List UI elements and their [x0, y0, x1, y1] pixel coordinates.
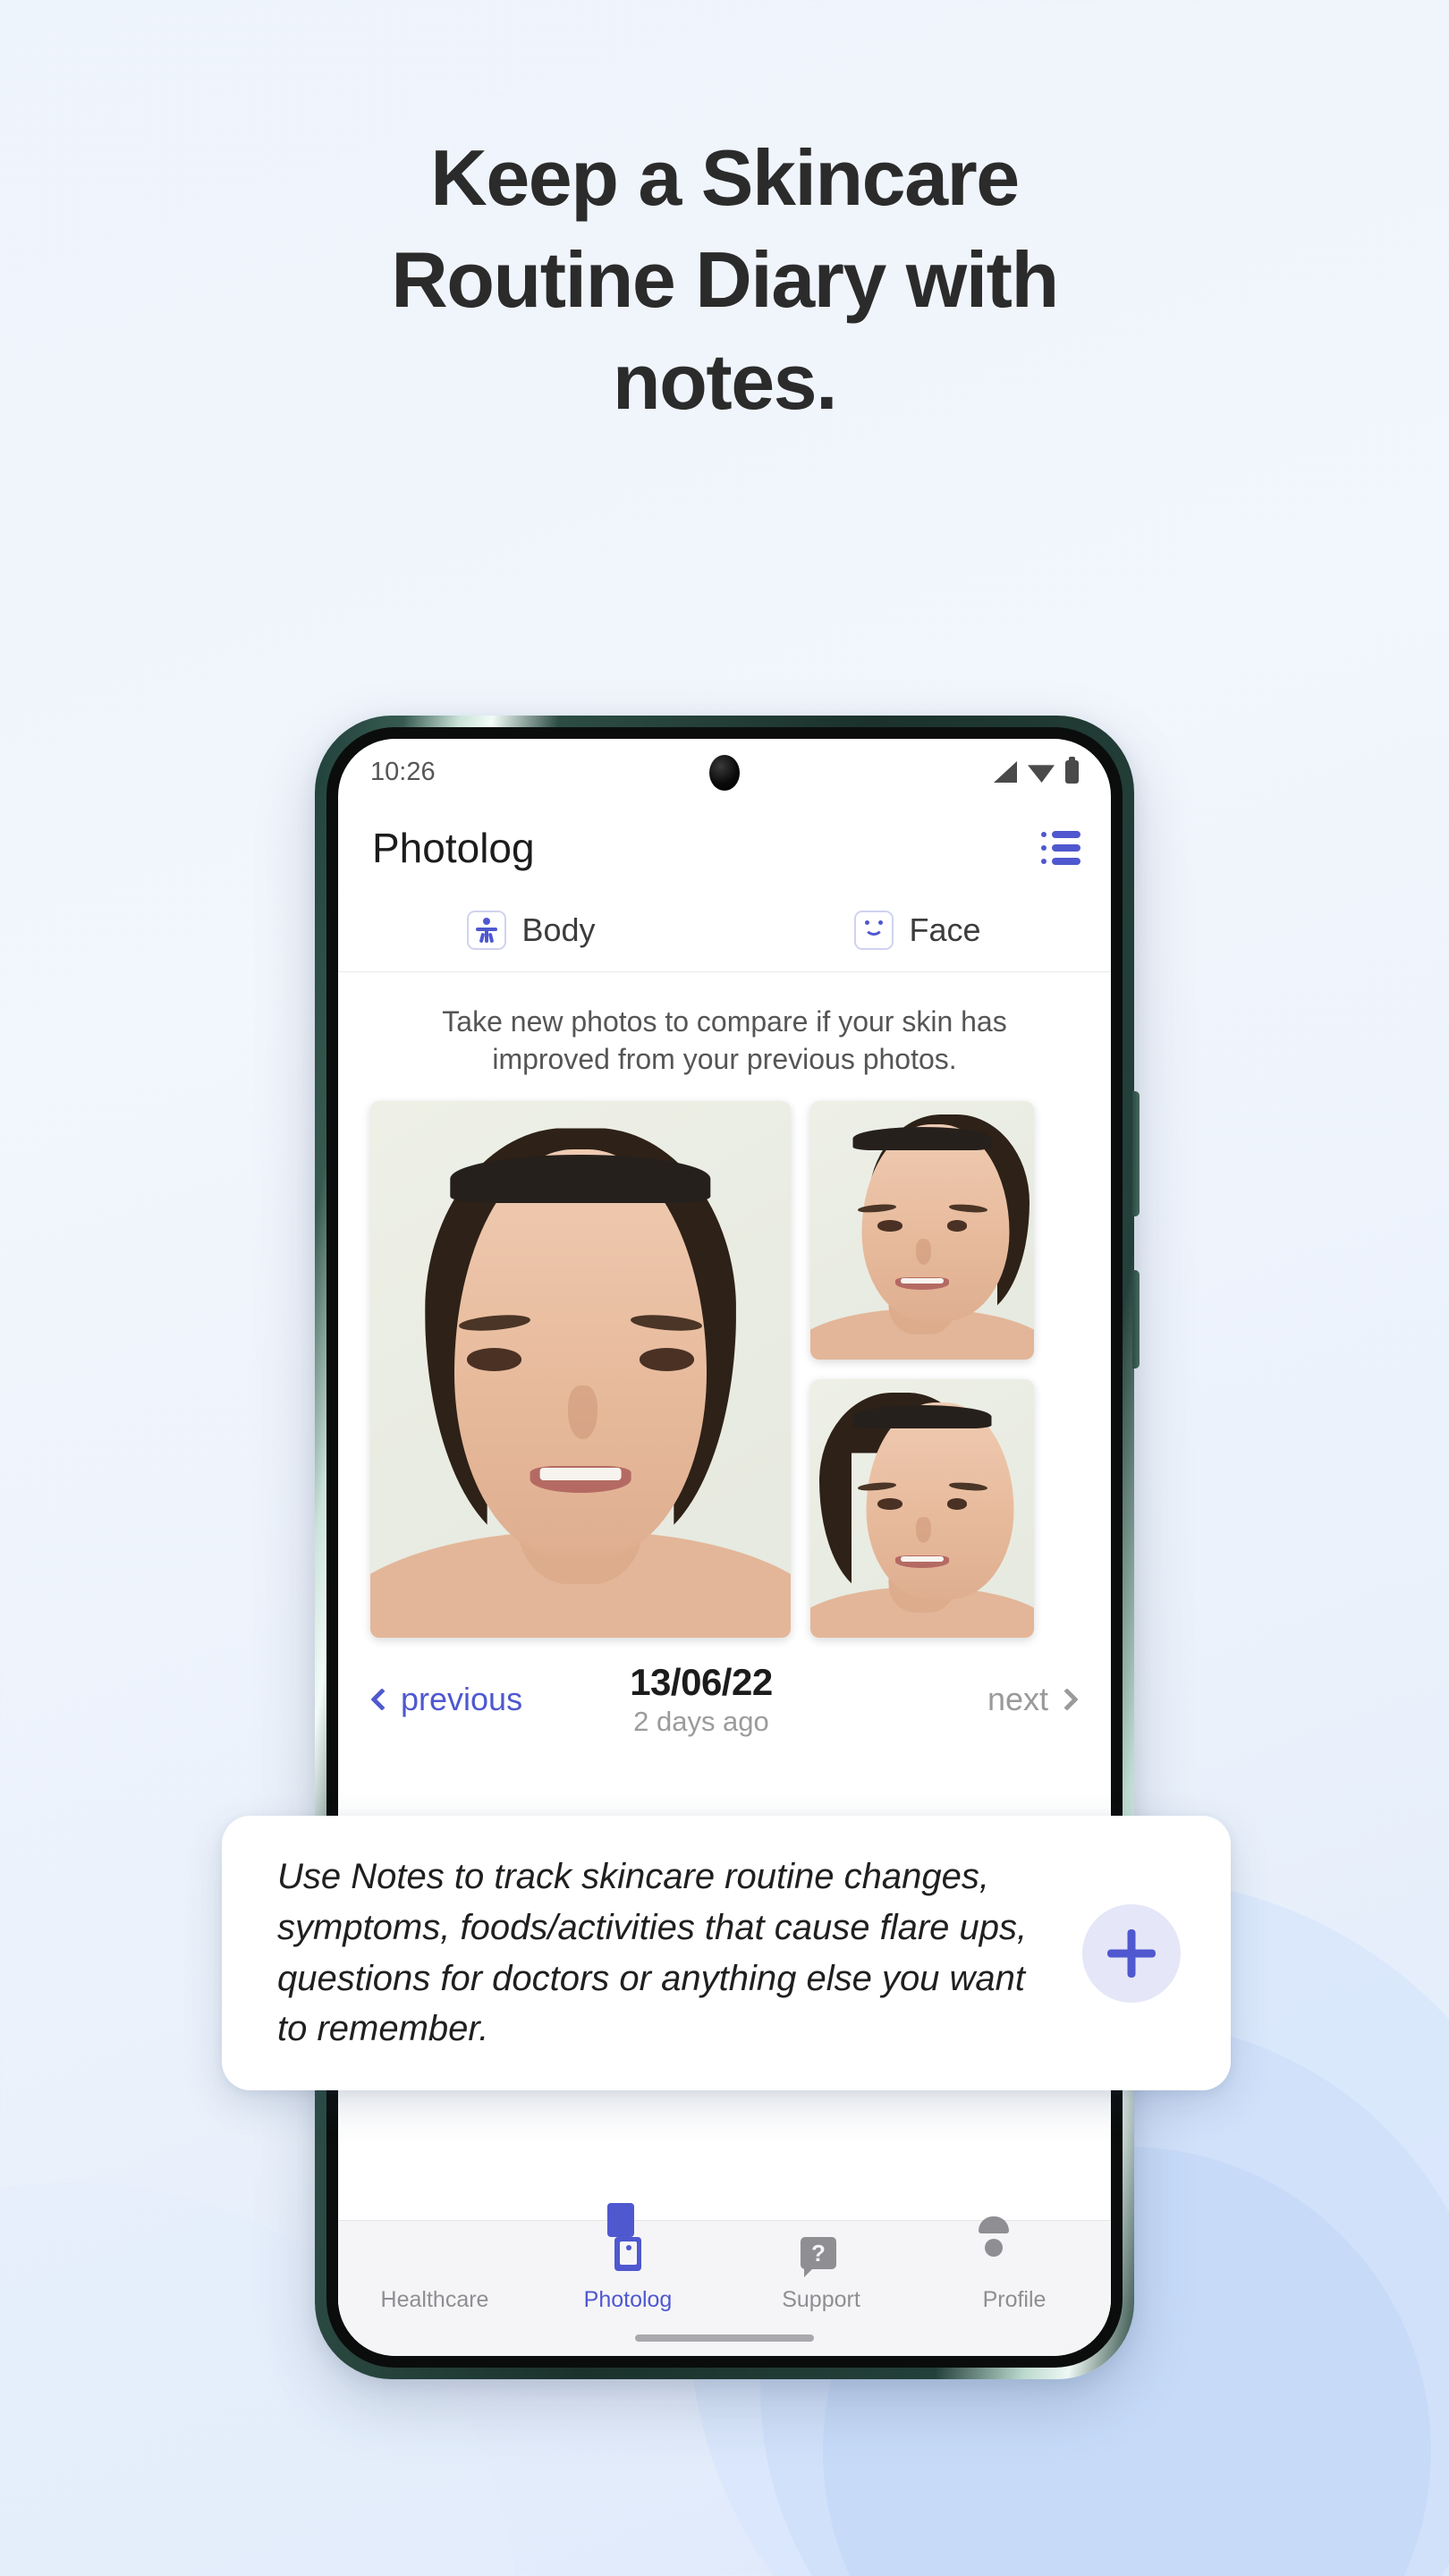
- person-icon: [979, 2216, 1035, 2278]
- question-bubble-icon: ?: [801, 2237, 842, 2278]
- next-day-button[interactable]: next: [987, 1681, 1079, 1718]
- status-icons: [994, 757, 1079, 784]
- list-icon-row: [1041, 844, 1080, 852]
- chevron-left-icon: [370, 1688, 394, 1712]
- segment-tabs: Body Face: [338, 891, 1111, 972]
- headline-line-2: Routine Diary with: [391, 235, 1059, 324]
- wifi-icon: [1028, 765, 1055, 783]
- previous-day-button[interactable]: previous: [370, 1681, 523, 1718]
- nav-item-healthcare[interactable]: Healthcare: [338, 2237, 531, 2313]
- list-icon-row: [1041, 831, 1080, 838]
- date-display: 13/06/22 2 days ago: [630, 1661, 773, 1738]
- nav-item-profile[interactable]: Profile: [918, 2216, 1111, 2313]
- book-icon: [607, 2203, 648, 2278]
- date-value: 13/06/22: [630, 1661, 773, 1704]
- photo-grid: [338, 1101, 1111, 1639]
- date-navigation: previous 13/06/22 2 days ago next: [338, 1638, 1111, 1747]
- helper-text: Take new photos to compare if your skin …: [442, 1005, 1007, 1076]
- tab-body[interactable]: Body: [338, 891, 724, 971]
- nav-label-photolog: Photolog: [583, 2287, 673, 2312]
- body-icon: [467, 911, 507, 950]
- app-title: Photolog: [372, 825, 535, 871]
- list-icon-row: [1041, 858, 1080, 865]
- photo-side-column: [810, 1101, 1034, 1639]
- phone-power-button[interactable]: [1132, 1091, 1140, 1216]
- tab-face[interactable]: Face: [724, 891, 1111, 971]
- status-time: 10:26: [370, 757, 436, 786]
- next-label: next: [987, 1681, 1048, 1718]
- photo-main-front[interactable]: [370, 1101, 791, 1639]
- gesture-bar[interactable]: [635, 2334, 814, 2342]
- headline-line-3: notes.: [612, 337, 838, 426]
- notes-callout-card: Use Notes to track skincare routine chan…: [222, 1816, 1231, 2091]
- list-icon[interactable]: [1041, 831, 1080, 865]
- photo-side-left[interactable]: [810, 1101, 1034, 1360]
- notes-callout-text: Use Notes to track skincare routine chan…: [277, 1857, 1028, 2049]
- nav-item-photolog[interactable]: Photolog: [531, 2203, 724, 2313]
- phone-mockup: 10:26 Photolog Body Face Take new photos…: [315, 716, 1140, 2379]
- nav-label-profile: Profile: [982, 2287, 1046, 2312]
- add-note-button[interactable]: [1082, 1903, 1181, 2003]
- nav-label-support: Support: [782, 2287, 860, 2312]
- previous-label: previous: [401, 1681, 523, 1718]
- headline-line-1: Keep a Skincare: [430, 133, 1020, 222]
- phone-volume-button[interactable]: [1132, 1270, 1140, 1368]
- app-content: Take new photos to compare if your skin …: [338, 972, 1111, 2353]
- plus-circle-icon: [414, 2237, 455, 2278]
- chevron-right-icon: [1055, 1688, 1079, 1712]
- nav-label-healthcare: Healthcare: [380, 2287, 489, 2312]
- tab-face-label: Face: [909, 911, 981, 948]
- nav-item-support[interactable]: ? Support: [724, 2237, 918, 2313]
- date-relative: 2 days ago: [633, 1706, 769, 1738]
- battery-icon: [1065, 757, 1079, 784]
- app-bar: Photolog: [338, 805, 1111, 891]
- camera-punch-hole: [709, 755, 740, 791]
- face-smiley-icon: [854, 911, 894, 950]
- signal-icon: [994, 761, 1017, 783]
- bottom-navigation: Healthcare Photolog ? Support Profile: [338, 2203, 1111, 2356]
- tab-body-label: Body: [521, 911, 596, 948]
- page-title: Keep a Skincare Routine Diary with notes…: [0, 139, 1449, 445]
- photo-side-right[interactable]: [810, 1379, 1034, 1639]
- phone-screen: 10:26 Photolog Body Face Take new photos…: [338, 739, 1111, 2356]
- status-bar: 10:26: [338, 739, 1111, 805]
